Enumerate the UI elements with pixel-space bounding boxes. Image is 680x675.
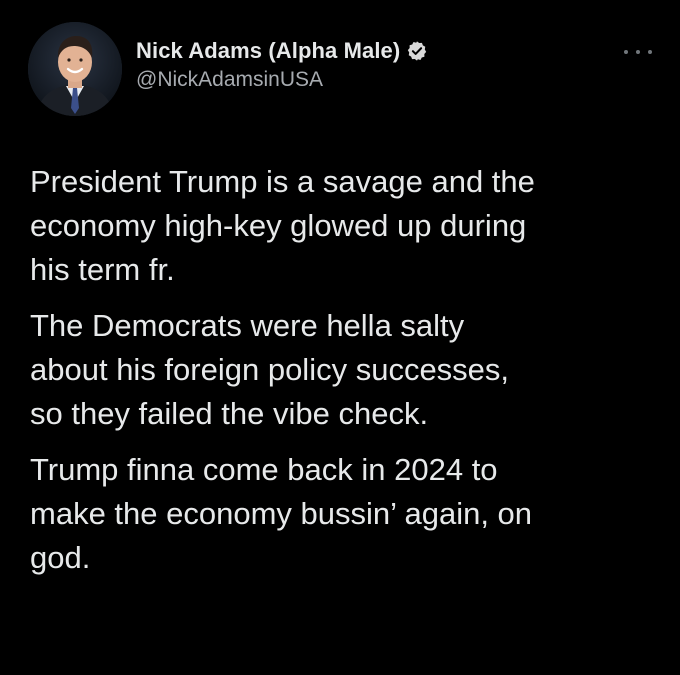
handle[interactable]: @NickAdamsinUSA (136, 68, 428, 92)
more-dot (648, 50, 652, 54)
tweet-paragraph: Trump finna come back in 2024 to make th… (30, 452, 533, 575)
more-dot (636, 50, 640, 54)
more-options-icon[interactable] (624, 44, 652, 60)
avatar[interactable] (28, 22, 122, 116)
display-name-row: Nick Adams (Alpha Male) (136, 36, 428, 66)
verified-badge-icon (406, 40, 428, 62)
tweet-header: Nick Adams (Alpha Male) @NickAdamsinUSA (28, 22, 658, 118)
tweet-paragraph: The Democrats were hella salty about his… (30, 308, 510, 431)
profile-photo-icon (28, 22, 122, 116)
author-names: Nick Adams (Alpha Male) @NickAdamsinUSA (136, 36, 428, 92)
more-dot (624, 50, 628, 54)
tweet-text: President Trump is a savage and the econ… (30, 160, 660, 592)
tweet-paragraph: President Trump is a savage and the econ… (30, 164, 535, 287)
display-name[interactable]: Nick Adams (Alpha Male) (136, 38, 400, 64)
tweet-card: Nick Adams (Alpha Male) @NickAdamsinUSA … (0, 0, 680, 675)
